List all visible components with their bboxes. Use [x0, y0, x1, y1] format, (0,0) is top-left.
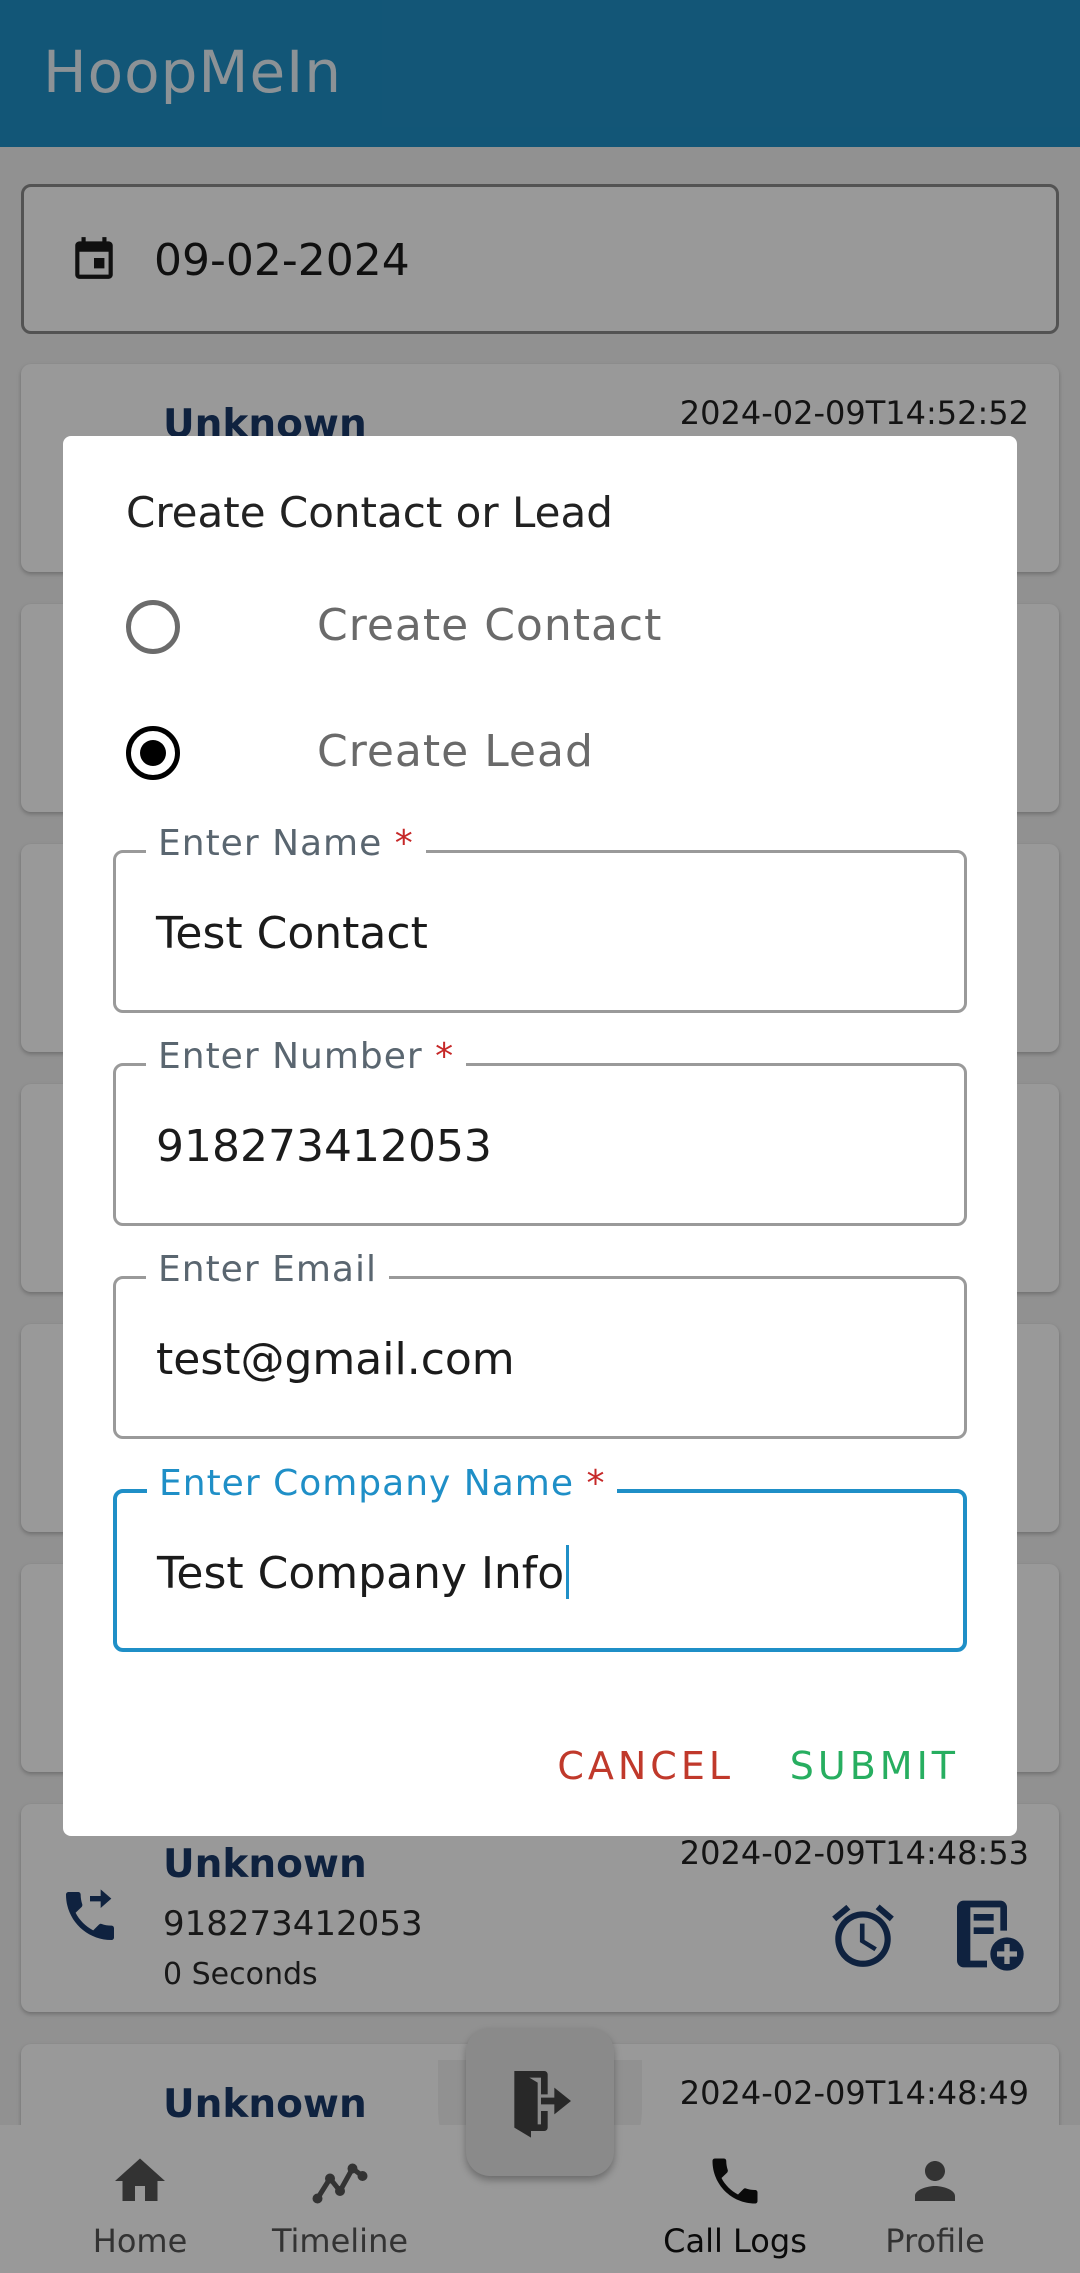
name-field[interactable]: Enter Name * Test Contact	[113, 823, 967, 1013]
required-mark: *	[394, 823, 414, 864]
option-label: Create Lead	[317, 726, 594, 777]
company-value: Test Company Info	[157, 1548, 565, 1599]
radio-create-contact[interactable]	[126, 600, 180, 654]
name-field-label: Enter Name *	[146, 823, 426, 864]
option-label: Create Contact	[317, 600, 663, 651]
create-contact-lead-dialog: Create Contact or Lead Create Contact Cr…	[63, 436, 1017, 1836]
number-value: 918273412053	[156, 1121, 492, 1172]
company-name-field[interactable]: Enter Company Name * Test Company Info	[113, 1463, 967, 1652]
submit-button[interactable]: SUBMIT	[790, 1744, 959, 1788]
number-field-label: Enter Number *	[146, 1036, 467, 1077]
email-field[interactable]: Enter Email test@gmail.com	[113, 1249, 967, 1439]
name-value: Test Contact	[156, 908, 428, 959]
dialog-title: Create Contact or Lead	[126, 488, 613, 537]
company-field-label: Enter Company Name *	[147, 1463, 618, 1504]
radio-create-lead[interactable]	[126, 726, 180, 780]
required-mark: *	[435, 1036, 455, 1077]
number-field[interactable]: Enter Number * 918273412053	[113, 1036, 967, 1226]
cancel-button[interactable]: CANCEL	[557, 1744, 734, 1788]
required-mark: *	[586, 1463, 606, 1504]
email-value: test@gmail.com	[156, 1334, 515, 1385]
text-cursor	[566, 1545, 570, 1599]
email-field-label: Enter Email	[146, 1249, 389, 1290]
company-value-wrap: Test Company Info	[157, 1545, 570, 1599]
